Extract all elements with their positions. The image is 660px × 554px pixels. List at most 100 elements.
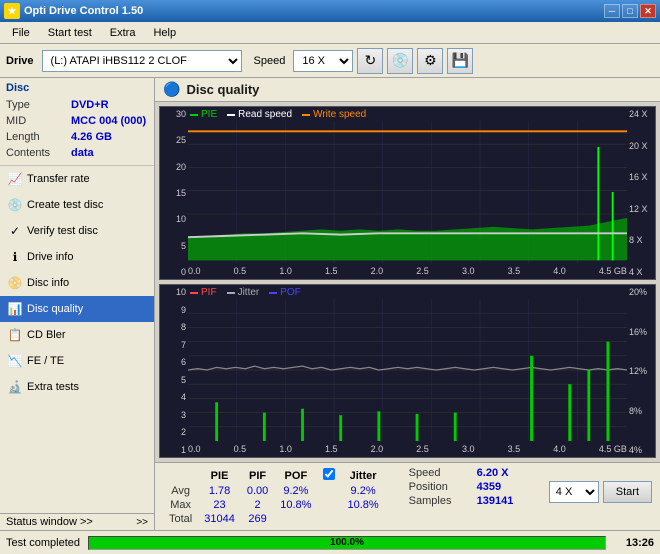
menu-help[interactable]: Help: [145, 25, 184, 41]
create-test-disc-icon: 💿: [8, 198, 22, 212]
avg-jitter: 9.2%: [341, 484, 384, 498]
max-pof: 10.8%: [274, 498, 317, 512]
progress-bar: 100.0%: [88, 536, 606, 550]
sidebar-item-label: Disc quality: [27, 303, 83, 315]
legend-read-speed: Read speed: [238, 109, 292, 120]
chart2-x-axis: 0.00.51.01.52.02.53.03.54.04.5 GB: [188, 441, 627, 457]
test-completed-label: Test completed: [6, 537, 80, 549]
time-display: 13:26: [614, 537, 654, 549]
sidebar-item-verify-test-disc[interactable]: ✓ Verify test disc: [0, 218, 154, 244]
disc-info-icon: 📀: [8, 276, 22, 290]
nav-section: 📈 Transfer rate 💿 Create test disc ✓ Ver…: [0, 166, 154, 513]
fe-te-icon: 📉: [8, 354, 22, 368]
sidebar-item-label: Disc info: [27, 277, 69, 289]
col-header-pof: POF: [274, 467, 317, 484]
right-stats: Speed 6.20 X Position 4359 Samples 13914…: [409, 467, 514, 507]
drive-select[interactable]: (L:) ATAPI iHBS112 2 CLOF: [42, 50, 242, 72]
save-button[interactable]: 💾: [447, 48, 473, 74]
refresh-button[interactable]: ↻: [357, 48, 383, 74]
avg-pif: 0.00: [241, 484, 274, 498]
chart1-svg: [188, 121, 627, 263]
avg-pof: 9.2%: [274, 484, 317, 498]
chart2-legend: PIF Jitter POF: [190, 287, 301, 298]
progress-text: 100.0%: [89, 537, 605, 549]
col-header-jitter-check: [317, 467, 341, 484]
sidebar-item-drive-info[interactable]: ℹ Drive info: [0, 244, 154, 270]
legend-pif: PIF: [201, 287, 217, 298]
total-pif: 269: [241, 512, 274, 526]
status-arrow-icon: >>: [136, 517, 148, 528]
sidebar-item-create-test-disc[interactable]: 💿 Create test disc: [0, 192, 154, 218]
disc-type-row: Type DVD+R: [6, 97, 148, 113]
legend-write-speed: Write speed: [313, 109, 366, 120]
sidebar-item-extra-tests[interactable]: 🔬 Extra tests: [0, 374, 154, 400]
sidebar-item-label: Extra tests: [27, 381, 79, 393]
chart2-y-left: 10987654321: [160, 285, 188, 457]
maximize-button[interactable]: □: [622, 4, 638, 18]
menu-file[interactable]: File: [4, 25, 38, 41]
disc-contents-row: Contents data: [6, 145, 148, 161]
disc-quality-icon: 📊: [8, 302, 22, 316]
settings-button[interactable]: ⚙: [417, 48, 443, 74]
max-jitter: 10.8%: [341, 498, 384, 512]
disc-info-section: Disc Type DVD+R MID MCC 004 (000) Length…: [0, 78, 154, 166]
disc-contents-value: data: [71, 145, 94, 161]
content-title: Disc quality: [186, 82, 259, 97]
sidebar-item-label: Transfer rate: [27, 173, 90, 185]
chart1-y-right: 24 X20 X16 X12 X8 X4 X: [627, 107, 655, 279]
legend-pie: PIE: [201, 109, 217, 120]
speed-label: Speed: [254, 55, 286, 67]
stat-row-total: Total 31044 269: [163, 512, 385, 526]
jitter-checkbox[interactable]: [323, 468, 335, 480]
app-icon: ★: [4, 3, 20, 19]
extra-tests-icon: 🔬: [8, 380, 22, 394]
sidebar-item-label: FE / TE: [27, 355, 64, 367]
col-header-pif: PIF: [241, 467, 274, 484]
content-header: 🔵 Disc quality: [155, 78, 660, 102]
drive-label: Drive: [6, 55, 34, 67]
speed-select[interactable]: 16 X: [293, 50, 353, 72]
disc-length-row: Length 4.26 GB: [6, 129, 148, 145]
close-button[interactable]: ✕: [640, 4, 656, 18]
app-title: Opti Drive Control 1.50: [24, 5, 143, 17]
charts-container: 302520151050 24 X20 X16 X12 X8 X4 X 0.00…: [155, 102, 660, 462]
total-pie: 31044: [198, 512, 241, 526]
sidebar-item-disc-quality[interactable]: 📊 Disc quality: [0, 296, 154, 322]
legend-jitter: Jitter: [238, 287, 260, 298]
menu-start-test[interactable]: Start test: [40, 25, 100, 41]
title-bar: ★ Opti Drive Control 1.50 ─ □ ✕: [0, 0, 660, 22]
verify-test-disc-icon: ✓: [8, 224, 22, 238]
content-header-icon: 🔵: [163, 81, 180, 98]
position-stat-label: Position: [409, 481, 469, 493]
disc-mid-value: MCC 004 (000): [71, 113, 146, 129]
menu-extra[interactable]: Extra: [102, 25, 144, 41]
sidebar-item-label: Create test disc: [27, 199, 103, 211]
disc-button[interactable]: 💿: [387, 48, 413, 74]
bottom-status-bar: Test completed 100.0% 13:26: [0, 530, 660, 554]
minimize-button[interactable]: ─: [604, 4, 620, 18]
sidebar-item-label: Verify test disc: [27, 225, 98, 237]
sidebar-item-fe-te[interactable]: 📉 FE / TE: [0, 348, 154, 374]
col-header-blank: [163, 467, 198, 484]
speed-stat-label: Speed: [409, 467, 469, 479]
chart1-x-axis: 0.00.51.01.52.02.53.03.54.04.5 GB: [188, 263, 627, 279]
max-pie: 23: [198, 498, 241, 512]
transfer-rate-icon: 📈: [8, 172, 22, 186]
sidebar-item-cd-bler[interactable]: 📋 CD Bler: [0, 322, 154, 348]
sidebar-item-label: Drive info: [27, 251, 73, 263]
disc-mid-row: MID MCC 004 (000): [6, 113, 148, 129]
stat-row-avg: Avg 1.78 0.00 9.2% 9.2%: [163, 484, 385, 498]
sidebar-item-disc-info[interactable]: 📀 Disc info: [0, 270, 154, 296]
chart2-svg: [188, 299, 627, 441]
max-label: Max: [163, 498, 198, 512]
drive-info-icon: ℹ: [8, 250, 22, 264]
sidebar-item-transfer-rate[interactable]: 📈 Transfer rate: [0, 166, 154, 192]
disc-mid-label: MID: [6, 113, 71, 129]
start-button[interactable]: Start: [603, 481, 652, 503]
speed-stat-value: 6.20 X: [477, 467, 509, 479]
scan-speed-select[interactable]: 4 X 8 X 16 X: [549, 481, 599, 503]
sidebar-item-label: CD Bler: [27, 329, 66, 341]
sidebar: Disc Type DVD+R MID MCC 004 (000) Length…: [0, 78, 155, 530]
toolbar: Drive (L:) ATAPI iHBS112 2 CLOF Speed 16…: [0, 44, 660, 78]
status-window-button[interactable]: Status window >> >>: [0, 513, 154, 530]
